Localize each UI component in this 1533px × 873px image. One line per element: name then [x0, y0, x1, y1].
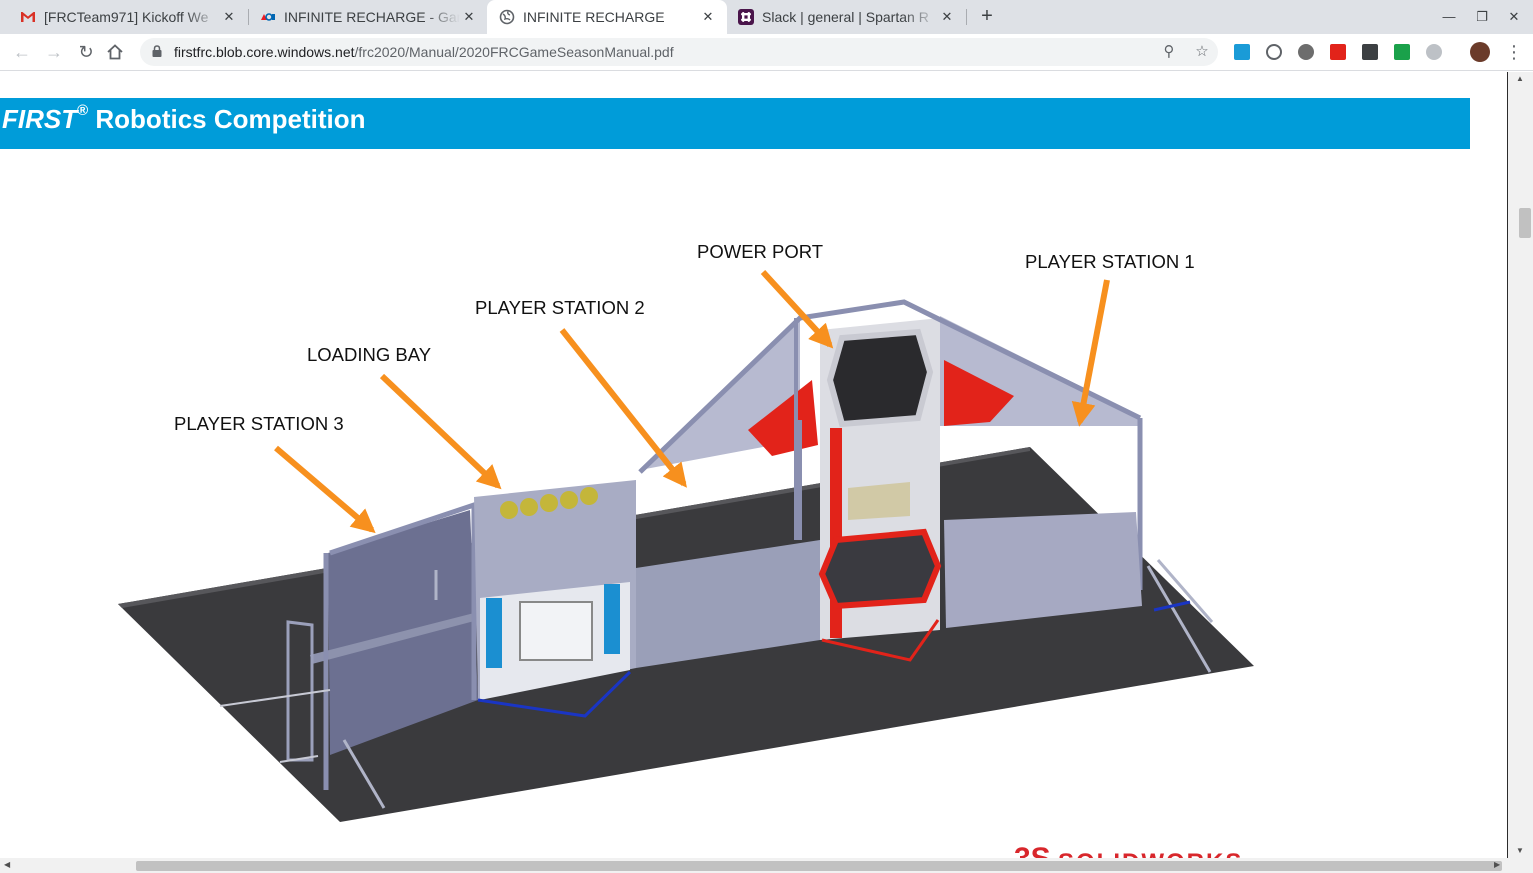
vertical-scroll-thumb[interactable] [1519, 208, 1531, 238]
tab-slack[interactable]: Slack | general | Spartan R ✕ [726, 0, 966, 34]
scrollbar-corner [1507, 858, 1533, 873]
tab-title: Slack | general | Spartan R [762, 9, 929, 25]
minimize-icon[interactable]: — [1438, 6, 1460, 28]
loading-bay-stripe-right [604, 584, 620, 654]
power-cell [500, 501, 518, 519]
gmail-icon [21, 12, 35, 22]
back-arrow-icon[interactable]: ← [10, 40, 34, 64]
address-bar[interactable]: firstfrc.blob.core.windows.net/frc2020/M… [140, 38, 1218, 66]
reload-icon[interactable]: ↻ [74, 40, 98, 64]
globe-icon [499, 9, 515, 25]
label-loading-bay: LOADING BAY [307, 344, 431, 365]
scrollbar-border [1507, 72, 1508, 858]
forward-arrow-icon[interactable]: → [42, 40, 66, 64]
label-player-station-2: PLAYER STATION 2 [475, 297, 645, 318]
new-tab-button[interactable]: + [976, 6, 998, 28]
solidworks-3ds-mark: 3S [1014, 842, 1051, 858]
home-icon[interactable] [106, 43, 124, 61]
tab-separator [966, 9, 967, 25]
zoom-icon[interactable]: ⚲ [1159, 42, 1179, 62]
solidworks-wordmark: SOLIDWORKS [1058, 849, 1243, 858]
power-cell [520, 498, 538, 516]
extension-dark-icon[interactable] [1362, 44, 1378, 60]
pdf-viewport: FIRST® Robotics Competition POWER PORT P… [0, 72, 1507, 858]
loading-bay-chute [519, 601, 593, 661]
extension-check-icon[interactable] [1394, 44, 1410, 60]
label-player-station-1: PLAYER STATION 1 [1025, 251, 1195, 272]
scroll-down-icon[interactable]: ▼ [1516, 846, 1524, 855]
extension-bubble-icon[interactable] [1426, 44, 1442, 60]
url-text: firstfrc.blob.core.windows.net/frc2020/M… [174, 44, 674, 60]
power-cell [540, 494, 558, 512]
slack-icon [738, 9, 754, 25]
window-close-icon[interactable]: ✕ [1503, 6, 1525, 28]
close-icon[interactable]: ✕ [699, 8, 717, 26]
extension-circle-icon[interactable] [1298, 44, 1314, 60]
tower-logo-panel [848, 482, 910, 520]
scroll-right-icon[interactable]: ▶ [1494, 860, 1500, 869]
label-player-station-3: PLAYER STATION 3 [174, 413, 344, 434]
power-port-lower-hex [818, 528, 942, 610]
power-port-upper-hex [826, 328, 934, 428]
extension-info-icon[interactable] [1266, 44, 1282, 60]
tab-infinite-recharge-game[interactable]: INFINITE RECHARGE - Gan ✕ [248, 0, 488, 34]
field-illustration: POWER PORT PLAYER STATION 1 PLAYER STATI… [118, 241, 1254, 858]
lock-icon [152, 45, 162, 57]
profile-avatar[interactable] [1470, 42, 1490, 62]
vertical-scrollbar[interactable]: ▲ ▼ [1507, 72, 1533, 858]
tab-strip: [FRCTeam971] Kickoff We ✕ INFINITE RECHA… [0, 0, 1533, 34]
url-path: /frc2020/Manual/2020FRCGameSeasonManual.… [354, 44, 674, 60]
close-icon[interactable]: ✕ [938, 8, 956, 26]
browser-toolbar: ← → ↻ firstfrc.blob.core.windows.net/frc… [0, 34, 1533, 71]
first-logo-icon [261, 13, 275, 21]
horizontal-scrollbar[interactable]: ◀ ▶ [0, 858, 1507, 873]
menu-dots-icon[interactable]: ⋮ [1504, 42, 1524, 62]
restore-icon[interactable]: ❐ [1471, 6, 1493, 28]
horizontal-scroll-thumb[interactable] [136, 861, 1502, 871]
scroll-up-icon[interactable]: ▲ [1516, 74, 1524, 83]
player-station-3-arrow [274, 445, 376, 534]
tab-title: INFINITE RECHARGE [523, 9, 665, 25]
tab-gmail[interactable]: [FRCTeam971] Kickoff We ✕ [8, 0, 248, 34]
bookmark-star-icon[interactable]: ☆ [1192, 42, 1212, 62]
close-icon[interactable]: ✕ [220, 8, 238, 26]
extension-tweetdeck-icon[interactable] [1234, 44, 1250, 60]
tab-title: [FRCTeam971] Kickoff We [44, 9, 209, 25]
loading-bay-stripe-left [486, 598, 502, 668]
extension-red-icon[interactable] [1330, 44, 1346, 60]
url-host: firstfrc.blob.core.windows.net [174, 44, 355, 60]
loading-bay-arrow [379, 373, 502, 490]
player-station-2-arrow [559, 328, 687, 488]
solidworks-logo: 3S SOLIDWORKS [1014, 842, 1243, 858]
label-power-port: POWER PORT [697, 241, 823, 262]
power-cell [580, 487, 598, 505]
scroll-left-icon[interactable]: ◀ [4, 860, 10, 869]
tab-title: INFINITE RECHARGE - Gan [284, 9, 460, 25]
close-icon[interactable]: ✕ [460, 8, 478, 26]
tab-infinite-recharge[interactable]: INFINITE RECHARGE ✕ [487, 0, 727, 34]
power-cell [560, 491, 578, 509]
